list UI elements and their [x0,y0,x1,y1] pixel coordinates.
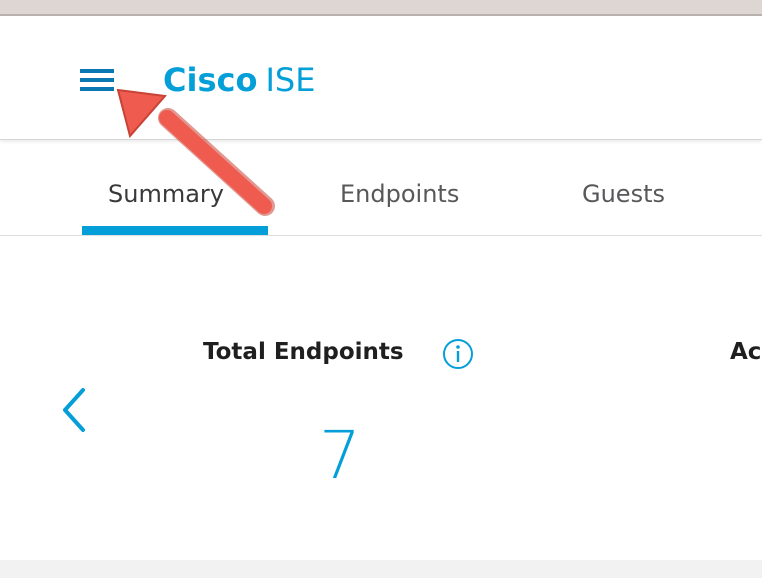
chevron-left-icon[interactable] [58,386,92,434]
total-endpoints-title: Total Endpoints [203,339,404,365]
tab-guests[interactable]: Guests [582,174,665,214]
brand-cisco-text: Cisco [163,61,258,99]
ise-mobile-screen: Cisco ISE Summary Endpoints Guests Total … [0,0,762,578]
tab-endpoints[interactable]: Endpoints [340,174,459,214]
window-top-strip [0,0,762,16]
chevron-left-svg [63,388,85,432]
tab-summary[interactable]: Summary [108,174,224,214]
info-circle-svg [443,339,473,369]
hamburger-menu-icon[interactable] [78,66,118,96]
info-icon[interactable] [442,338,474,370]
brand-logo: Cisco ISE [163,58,315,102]
active-tab-indicator [82,226,268,235]
summary-tabs: Summary Endpoints Guests [0,140,762,236]
hamburger-lines [80,69,114,91]
next-metric-title: Ac [730,339,762,365]
total-endpoints-value: 7 [319,417,361,494]
bottom-band [0,560,762,578]
brand-ise-text: ISE [265,61,316,99]
app-header: Cisco ISE [0,16,762,140]
